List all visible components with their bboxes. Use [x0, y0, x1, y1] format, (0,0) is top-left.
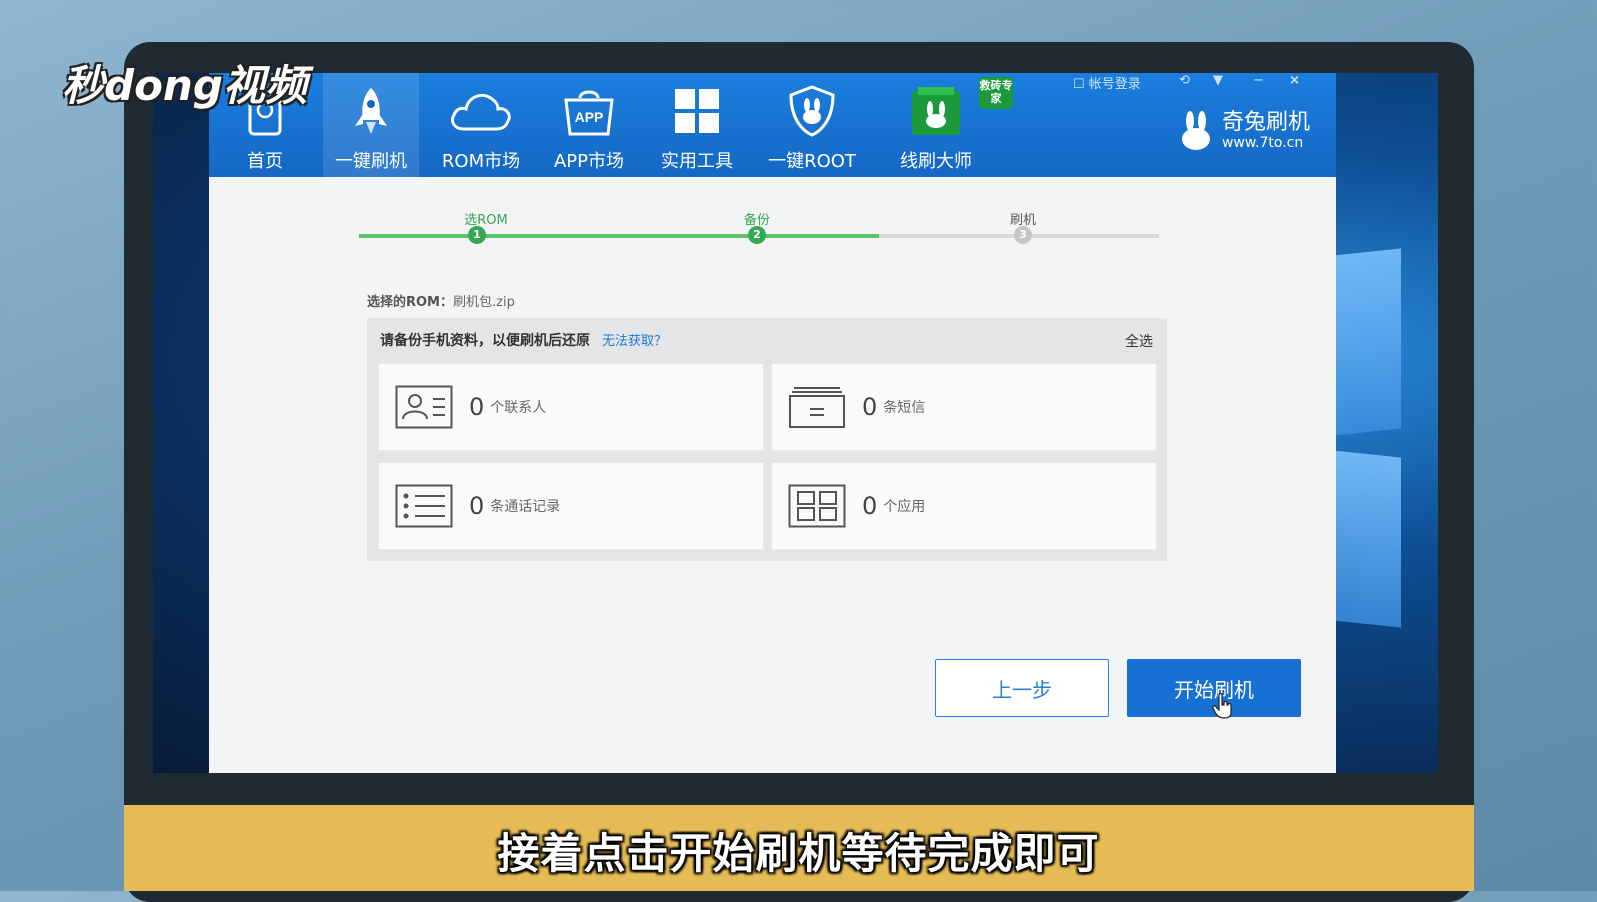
step-progress-done — [359, 234, 879, 238]
nav-tools-label: 实用工具 — [661, 151, 733, 172]
sms-count: 0 — [862, 393, 878, 421]
app-window: 首页 一键刷机 ROM市场 APP APP市场 实用工具 一键ROOT 线刷大师… — [209, 73, 1336, 773]
rocket-icon — [349, 83, 393, 139]
login-link[interactable]: ☐ 帐号登录 — [1073, 73, 1141, 92]
selected-rom-label: 选择的ROM： — [367, 295, 453, 310]
subtitle-caption: 接着点击开始刷机等待完成即可 — [497, 829, 1100, 878]
step-1-label: 选ROM — [464, 213, 508, 228]
backup-item-apps[interactable]: 0 个应用 — [771, 462, 1157, 550]
nav-tools[interactable]: 实用工具 — [649, 73, 745, 177]
brand-logo: 奇兔刷机 www.7to.cn — [1178, 111, 1310, 151]
contacts-text: 个联系人 — [490, 400, 547, 416]
minimize-button[interactable]: − — [1253, 73, 1264, 88]
user-icon: ☐ — [1073, 77, 1085, 92]
apps-icon — [788, 484, 846, 528]
call-log-icon — [395, 484, 453, 528]
top-navigation-bar: 首页 一键刷机 ROM市场 APP APP市场 实用工具 一键ROOT 线刷大师… — [209, 73, 1336, 177]
nav-app-market[interactable]: APP APP市场 — [539, 73, 639, 177]
sms-text: 条短信 — [883, 400, 926, 416]
nav-line-flash-master-label: 线刷大师 — [900, 151, 972, 172]
cloud-icon — [448, 83, 514, 139]
hand-cursor-icon — [1212, 692, 1234, 723]
backup-title: 请备份手机资料，以便刷机后还原 无法获取？ — [380, 333, 668, 349]
nav-line-flash-master[interactable]: 线刷大师 — [881, 73, 991, 177]
backup-item-call-log[interactable]: 0 条通话记录 — [378, 462, 764, 550]
app-bag-icon: APP — [562, 83, 616, 139]
backup-item-sms[interactable]: 0 条短信 — [771, 363, 1157, 451]
svg-text:APP: APP — [575, 109, 604, 125]
contact-card-icon — [395, 385, 453, 429]
close-button[interactable]: × — [1289, 73, 1300, 88]
previous-step-button[interactable]: 上一步 — [935, 659, 1109, 717]
dropdown-icon[interactable]: ▼ — [1213, 73, 1223, 88]
refresh-icon[interactable]: ⟲ — [1179, 73, 1190, 88]
nav-one-key-flash[interactable]: 一键刷机 — [323, 73, 419, 177]
select-all-button[interactable]: 全选 — [1125, 331, 1153, 351]
nav-rom-market-label: ROM市场 — [441, 151, 521, 172]
step-1-dot: 1 — [468, 226, 486, 244]
nav-one-key-flash-label: 一键刷机 — [335, 151, 407, 172]
grid-tools-icon — [673, 83, 721, 139]
nav-one-key-root[interactable]: 一键ROOT — [759, 73, 865, 177]
brand-name: 奇兔刷机 — [1221, 110, 1310, 135]
backup-panel: 请备份手机资料，以便刷机后还原 无法获取？ 全选 0 个联系人 0 条短信 0 条… — [367, 318, 1167, 561]
nav-rom-market[interactable]: ROM市场 — [431, 73, 531, 177]
selected-rom-value: 刷机包.zip — [453, 295, 515, 310]
call-log-count: 0 — [469, 492, 485, 520]
backup-item-contacts[interactable]: 0 个联系人 — [378, 363, 764, 451]
rabbit-logo-icon — [1181, 111, 1210, 150]
step-3-dot: 3 — [1014, 226, 1032, 244]
video-watermark: 秒dong视频 — [62, 61, 307, 110]
nav-home-label: 首页 — [247, 151, 283, 172]
rabbit-box-icon — [910, 83, 962, 139]
cannot-fetch-link[interactable]: 无法获取？ — [602, 334, 667, 349]
apps-count: 0 — [862, 492, 878, 520]
sms-icon — [788, 385, 846, 429]
selected-rom: 选择的ROM：刷机包.zip — [367, 291, 515, 310]
expert-badge: 救砖专家 — [979, 77, 1013, 109]
nav-one-key-root-label: 一键ROOT — [768, 151, 856, 172]
nav-app-market-label: APP市场 — [553, 151, 625, 172]
step-2-dot: 2 — [748, 226, 766, 244]
apps-text: 个应用 — [883, 499, 926, 515]
contacts-count: 0 — [469, 393, 485, 421]
brand-url: www.7to.cn — [1221, 135, 1304, 151]
call-log-text: 条通话记录 — [490, 499, 561, 515]
shield-rabbit-icon — [789, 83, 835, 139]
